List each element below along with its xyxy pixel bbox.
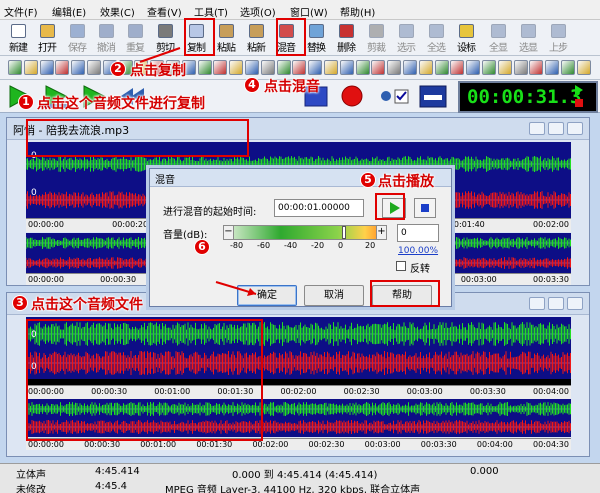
callout-step3: 点击这个音频文件: [31, 297, 143, 313]
callout-step2: 点击复制: [130, 63, 186, 79]
callout-step4: 点击混音: [264, 79, 320, 95]
step-number-3: 3: [12, 295, 28, 311]
annotation-arrows: [139, 47, 257, 296]
step-number-6: 6: [194, 239, 210, 255]
callout-step5: 点击播放: [378, 174, 434, 190]
step-number-2: 2: [110, 61, 126, 77]
step-number-5: 5: [360, 172, 376, 188]
step-number-4: 4: [244, 77, 260, 93]
callout-step1: 点击这个音频文件进行复制: [37, 96, 205, 112]
step-number-1: 1: [18, 94, 34, 110]
